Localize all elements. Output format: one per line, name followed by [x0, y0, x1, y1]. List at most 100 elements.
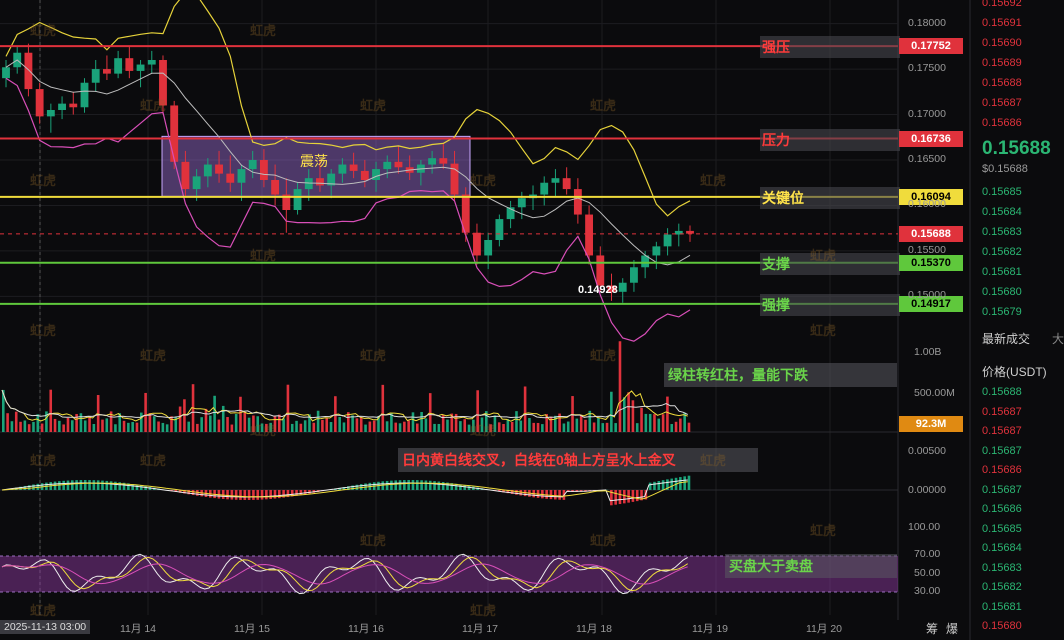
volume-bar: [368, 421, 372, 432]
volume-bar: [321, 419, 324, 432]
candle-body: [69, 103, 78, 108]
volume-bar: [420, 411, 423, 432]
volume-bar: [584, 419, 587, 432]
candle-body: [338, 164, 347, 174]
volume-bar: [541, 424, 544, 432]
ask-price: 0.15691: [982, 17, 1022, 29]
volume-bar: [144, 392, 147, 432]
volume-bar: [114, 424, 117, 432]
volume-bar: [196, 423, 199, 432]
candle-body: [304, 178, 313, 190]
volume-bar: [385, 421, 389, 432]
rsi-note: 买盘大于卖盘: [725, 554, 897, 578]
rsi-axis-tick: 30.00: [914, 585, 941, 597]
volume-bar: [278, 414, 281, 432]
watermark: 虹虎: [810, 248, 837, 263]
volume-bar: [359, 417, 363, 432]
watermark: 虹虎: [250, 423, 277, 438]
volume-bar: [239, 396, 242, 432]
macd-histogram-bar: [226, 490, 229, 500]
volume-bar: [648, 413, 652, 432]
volume-bar: [666, 396, 669, 432]
bid-price: 0.15680: [982, 286, 1022, 298]
volume-bar: [355, 418, 359, 432]
volume-bar: [536, 422, 540, 432]
volume-bar: [135, 422, 139, 432]
volume-bar: [140, 412, 143, 432]
candle-body: [630, 267, 638, 283]
volume-bar: [407, 420, 410, 432]
candle-body: [170, 105, 179, 162]
watermark: 虹虎: [30, 603, 57, 618]
candle-body: [316, 178, 324, 186]
candle-body: [383, 161, 392, 170]
candle-body: [203, 164, 212, 177]
macd-histogram-bar: [420, 480, 423, 490]
volume-bar: [221, 405, 225, 432]
macd-histogram-bar: [75, 480, 78, 490]
volume-bar: [299, 423, 303, 432]
watermark: 虹虎: [470, 173, 497, 188]
volume-bar: [506, 419, 510, 432]
candle-body: [372, 169, 380, 180]
trade-price: 0.15686: [982, 464, 1022, 476]
candle-body: [428, 158, 437, 165]
trade-price: 0.15687: [982, 444, 1022, 457]
volume-bar: [101, 419, 104, 432]
time-axis-tick: 11月 15: [234, 623, 270, 635]
trades-title: 最新成交: [982, 332, 1031, 346]
volume-bar: [303, 420, 307, 432]
volume-bar: [502, 424, 505, 432]
trade-price: 0.15687: [982, 483, 1022, 496]
candle-body: [147, 60, 156, 65]
macd-histogram-bar: [234, 490, 238, 500]
price-axis-tick: 0.15500: [908, 243, 946, 256]
volume-bar: [390, 413, 393, 432]
candle-body: [114, 58, 123, 74]
current-price-tag: 0.15688: [899, 225, 963, 242]
macd-histogram-bar: [385, 480, 389, 490]
volume-bar: [623, 397, 626, 432]
candle-body: [248, 160, 257, 170]
volume-bar: [204, 408, 208, 432]
macd-histogram-bar: [88, 480, 91, 490]
macd-histogram-bar: [416, 480, 419, 490]
candle-body: [136, 64, 145, 71]
watermark: 虹虎: [700, 453, 727, 468]
volume-bar: [618, 341, 622, 432]
ask-price: 0.15692: [982, 0, 1022, 9]
volume-bar: [592, 422, 596, 432]
candle-body: [91, 69, 100, 83]
volume-bar: [66, 417, 70, 432]
watermark: 虹虎: [360, 98, 387, 113]
volume-bar: [290, 423, 294, 432]
level-label: 关键位: [760, 186, 900, 209]
volume-bar: [187, 421, 191, 432]
volume-bar: [605, 422, 609, 432]
macd-histogram-bar: [549, 490, 553, 500]
candle-body: [271, 180, 280, 195]
time-axis-tick: 11月 20: [806, 623, 842, 635]
macd-histogram-bar: [614, 490, 617, 505]
volume-bar: [178, 406, 182, 432]
candle-body: [293, 189, 302, 210]
bid-price: 0.15684: [982, 206, 1022, 218]
volume-bar: [372, 420, 376, 432]
volume-bar: [230, 424, 234, 432]
candle-body: [24, 52, 33, 90]
volume-bar: [19, 421, 22, 432]
macd-histogram-bar: [661, 480, 665, 490]
trade-price: 0.15685: [982, 522, 1022, 535]
price-axis-tick: 0.16000: [908, 198, 946, 211]
macd-histogram-bar: [467, 485, 471, 490]
macd-histogram-bar: [545, 490, 548, 499]
level-price-tag: 0.17752: [899, 38, 963, 55]
chip-distribution-icon: 筹: [926, 622, 939, 636]
volume-bar: [411, 412, 415, 432]
volume-bar: [79, 413, 83, 432]
time-axis-tick: 11月 17: [462, 623, 498, 635]
rsi-axis-tick: 70.00: [914, 548, 941, 560]
volume-bar: [226, 417, 229, 432]
rsi-axis-tick: 50.00: [914, 567, 941, 579]
volume-bar: [381, 384, 385, 432]
